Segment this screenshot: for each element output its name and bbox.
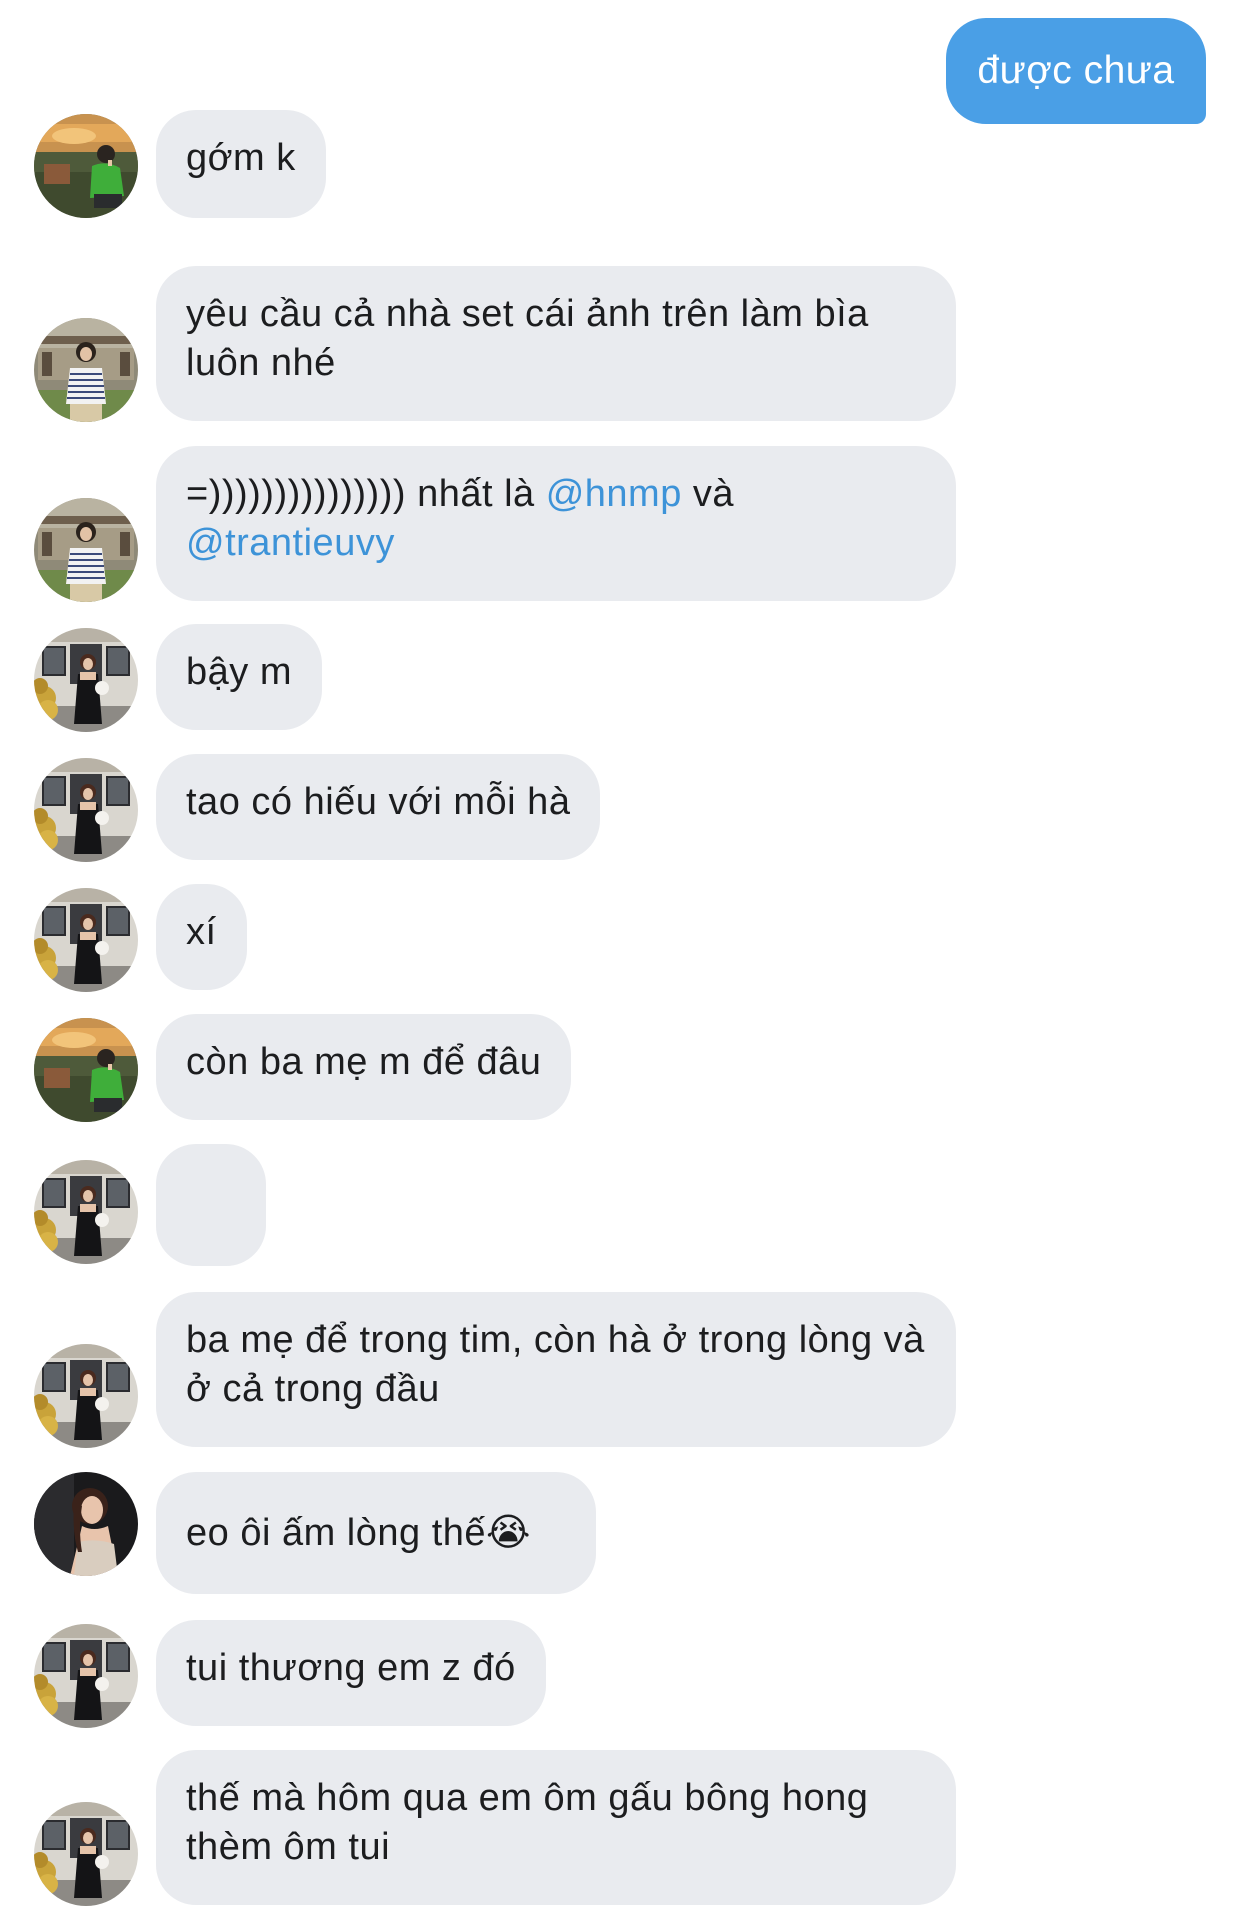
incoming-message-bubble[interactable]: bậy m (156, 624, 322, 730)
incoming-message-bubble[interactable]: yêu cầu cả nhà set cái ảnh trên làm bìa … (156, 266, 956, 421)
avatar[interactable] (34, 628, 138, 732)
incoming-message-bubble[interactable]: thế mà hôm qua em ôm gấu bông hong thèm … (156, 1750, 956, 1905)
incoming-message-bubble[interactable]: ba mẹ để trong tim, còn hà ở trong lòng … (156, 1292, 956, 1447)
avatar[interactable] (34, 498, 138, 602)
avatar[interactable] (34, 1472, 138, 1576)
avatar[interactable] (34, 1802, 138, 1906)
message-text: =))))))))))))))) nhất là (186, 473, 546, 515)
avatar[interactable] (34, 758, 138, 862)
chat-thread: được chưa gớm k yêu cầu cả nhà set cái ả… (0, 0, 1238, 1920)
avatar[interactable] (34, 318, 138, 422)
avatar[interactable] (34, 888, 138, 992)
incoming-message-bubble[interactable]: eo ôi ấm lòng thế😭 (156, 1472, 596, 1594)
avatar[interactable] (34, 1018, 138, 1122)
outgoing-message-bubble[interactable]: được chưa (946, 18, 1206, 124)
mention-link[interactable]: @trantieuvy (186, 522, 395, 564)
avatar[interactable] (34, 1160, 138, 1264)
avatar[interactable] (34, 1624, 138, 1728)
incoming-message-bubble[interactable]: gớm k (156, 110, 326, 218)
incoming-message-bubble[interactable]: còn ba mẹ m để đâu (156, 1014, 572, 1120)
incoming-message-bubble[interactable]: tui thương em z đó (156, 1620, 546, 1726)
incoming-message-bubble[interactable]: =))))))))))))))) nhất là @hnmp và @trant… (156, 446, 956, 601)
avatar[interactable] (34, 114, 138, 218)
mention-link[interactable]: @hnmp (546, 473, 682, 515)
incoming-message-bubble[interactable] (156, 1144, 266, 1427)
incoming-message-bubble[interactable]: tao có hiếu với mỗi hà (156, 754, 601, 860)
message-text: và (681, 473, 746, 515)
incoming-message-bubble[interactable]: xí (156, 884, 247, 990)
avatar[interactable] (34, 1344, 138, 1448)
